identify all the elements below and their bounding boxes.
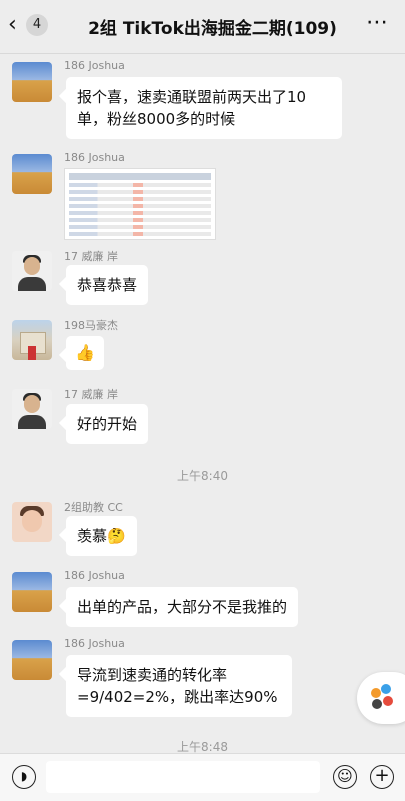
more-icon[interactable]: ⋯: [366, 10, 389, 35]
sender-name: 186 Joshua: [64, 637, 125, 650]
logo-dot: [372, 699, 382, 709]
message-input[interactable]: [46, 761, 320, 793]
message-bubble[interactable]: 导流到速卖通的转化率 =9/402=2%，跳出率达90%: [66, 655, 292, 717]
image-message[interactable]: [64, 168, 216, 240]
sender-name: 17 威廉 岸: [64, 250, 118, 263]
unread-count-badge: 4: [26, 14, 48, 36]
avatar[interactable]: [12, 502, 52, 542]
sender-name: 198马豪杰: [64, 319, 118, 332]
message-bubble[interactable]: 报个喜，速卖通联盟前两天出了10 单，粉丝8000多的时候: [66, 77, 342, 139]
floating-mini-program-button[interactable]: [357, 672, 405, 724]
sender-name: 17 威廉 岸: [64, 388, 118, 401]
message-line: 报个喜，速卖通联盟前两天出了10: [77, 88, 307, 106]
plus-icon[interactable]: +: [370, 765, 394, 789]
message-line: 单，粉丝8000多的时候: [77, 110, 236, 128]
avatar[interactable]: [12, 572, 52, 612]
logo-dot: [381, 684, 391, 694]
voice-icon[interactable]: ◗: [12, 765, 36, 789]
avatar[interactable]: [12, 62, 52, 102]
message-bubble[interactable]: 👍: [66, 336, 104, 370]
timestamp: 上午8:40: [177, 469, 228, 483]
chat-title: 2组 TikTok出海掘金二期(109): [88, 19, 337, 39]
colorful-logo-icon: [371, 688, 381, 698]
message-bubble[interactable]: 出单的产品，大部分不是我推的: [66, 587, 299, 627]
message-line: 导流到速卖通的转化率: [77, 666, 228, 684]
message-bubble[interactable]: 恭喜恭喜: [66, 265, 149, 305]
chat-header: ‹ 4 2组 TikTok出海掘金二期(109) ⋯: [0, 0, 405, 54]
sender-name: 2组助教 CC: [64, 501, 123, 514]
message-line: =9/402=2%，跳出率达90%: [77, 688, 278, 706]
sender-name: 186 Joshua: [64, 59, 125, 72]
sender-name: 186 Joshua: [64, 151, 125, 164]
avatar[interactable]: [12, 154, 52, 194]
chevron-left-icon: ‹: [8, 12, 17, 37]
avatar[interactable]: [12, 320, 52, 360]
avatar[interactable]: [12, 640, 52, 680]
avatar[interactable]: [12, 389, 52, 429]
message-bubble[interactable]: 好的开始: [66, 404, 149, 444]
input-bar: ◗ ☺ +: [0, 753, 405, 801]
logo-dot: [383, 696, 393, 706]
avatar[interactable]: [12, 251, 52, 291]
sender-name: 186 Joshua: [64, 569, 125, 582]
back-button[interactable]: ‹ 4: [8, 14, 48, 36]
emoji-icon[interactable]: ☺: [333, 765, 357, 789]
message-bubble[interactable]: 羡慕🤔: [66, 516, 137, 556]
